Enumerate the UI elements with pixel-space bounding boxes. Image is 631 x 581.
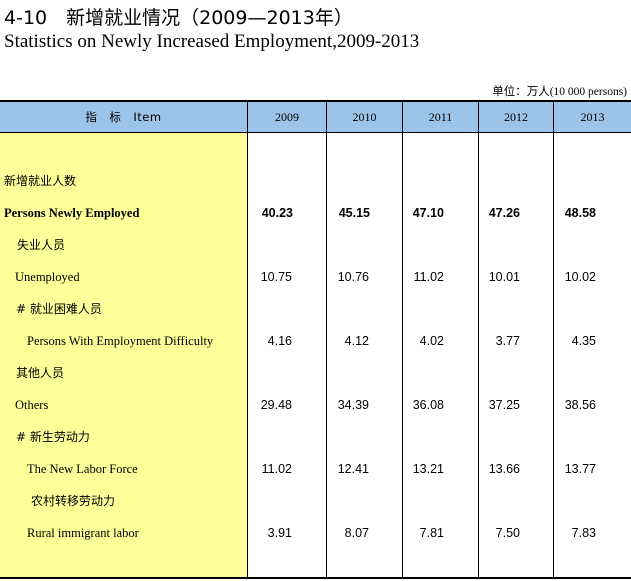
table-row: 其他人员 xyxy=(0,357,631,389)
value-cell: 4.12 xyxy=(344,334,369,348)
table-row: Unemployed 10.75 10.76 11.02 10.01 10.02 xyxy=(0,261,631,293)
value-cell: 10.01 xyxy=(488,270,520,284)
table-row: The New Labor Force 11.02 12.41 13.21 13… xyxy=(0,453,631,485)
value-cell: 45.15 xyxy=(338,206,370,220)
value-cell: 13.21 xyxy=(412,462,444,476)
table-row: 新增就业人数 xyxy=(0,165,631,197)
row-label: The New Labor Force xyxy=(27,462,138,476)
value-cell: 47.26 xyxy=(488,206,520,220)
table-row: Persons With Employment Difficulty 4.16 … xyxy=(0,325,631,357)
row-label: 新增就业人数 xyxy=(4,174,77,188)
table-row: 失业人员 xyxy=(0,229,631,261)
value-cell: 7.50 xyxy=(495,526,520,540)
value-cell: 37.25 xyxy=(488,398,520,412)
header-year-2013: 2013 xyxy=(580,110,605,124)
value-cell: 4.02 xyxy=(419,334,444,348)
value-cell: 11.02 xyxy=(261,462,292,476)
table-bottom-rule xyxy=(0,577,631,579)
row-label: 农村转移劳动力 xyxy=(31,494,116,508)
row-label: 其他人员 xyxy=(16,366,65,380)
value-cell: 11.02 xyxy=(413,270,444,284)
row-label: 失业人员 xyxy=(17,238,66,252)
table-row: Persons Newly Employed 40.23 45.15 47.10… xyxy=(0,197,631,229)
row-label: Others xyxy=(15,398,49,412)
value-cell: 38.56 xyxy=(564,398,596,412)
table-row: Rural immigrant labor 3.91 8.07 7.81 7.5… xyxy=(0,517,631,549)
value-cell: 34.39 xyxy=(337,398,369,412)
value-cell: 36.08 xyxy=(412,398,444,412)
row-label: Persons Newly Employed xyxy=(4,206,140,220)
value-cell: 10.75 xyxy=(260,270,292,284)
unit-label: 单位：万人(10 000 persons) xyxy=(492,86,627,98)
value-cell: 13.77 xyxy=(564,462,596,476)
value-cell: 8.07 xyxy=(344,526,369,540)
value-cell: 12.41 xyxy=(337,462,369,476)
header-bottom-rule xyxy=(0,132,631,133)
value-cell: 4.16 xyxy=(267,334,292,348)
value-cell: 29.48 xyxy=(260,398,292,412)
value-cell: 13.66 xyxy=(488,462,520,476)
value-cell: 4.35 xyxy=(571,334,596,348)
value-cell: 10.76 xyxy=(337,270,369,284)
table-row: # 就业困难人员 xyxy=(0,293,631,325)
value-cell: 48.58 xyxy=(564,206,596,220)
row-label: Persons With Employment Difficulty xyxy=(27,334,214,348)
header-year-2011: 2011 xyxy=(428,110,453,124)
table-row: 农村转移劳动力 xyxy=(0,485,631,517)
value-cell: 47.10 xyxy=(412,206,444,220)
row-label: Unemployed xyxy=(15,270,80,284)
value-cell: 3.77 xyxy=(495,334,520,348)
value-cell: 7.81 xyxy=(419,526,444,540)
header-year-2009: 2009 xyxy=(275,110,299,124)
header-indicator: 指 标 Item xyxy=(85,110,162,124)
header-year-2010: 2010 xyxy=(352,110,377,124)
value-cell: 10.02 xyxy=(564,270,596,284)
row-label: # 新生劳动力 xyxy=(16,430,90,444)
table-row: # 新生劳动力 xyxy=(0,421,631,453)
table-title-chinese: 4-10 新增就业情况（2009—2013年） xyxy=(4,7,353,29)
row-label: Rural immigrant labor xyxy=(27,526,139,540)
header-year-2012: 2012 xyxy=(504,110,528,124)
value-cell: 7.83 xyxy=(571,526,596,540)
row-label: # 就业困难人员 xyxy=(16,302,102,316)
table-row: Others 29.48 34.39 36.08 37.25 38.56 xyxy=(0,389,631,421)
table-title-english: Statistics on Newly Increased Employment… xyxy=(4,31,420,52)
value-cell: 3.91 xyxy=(267,526,292,540)
value-cell: 40.23 xyxy=(261,206,293,220)
